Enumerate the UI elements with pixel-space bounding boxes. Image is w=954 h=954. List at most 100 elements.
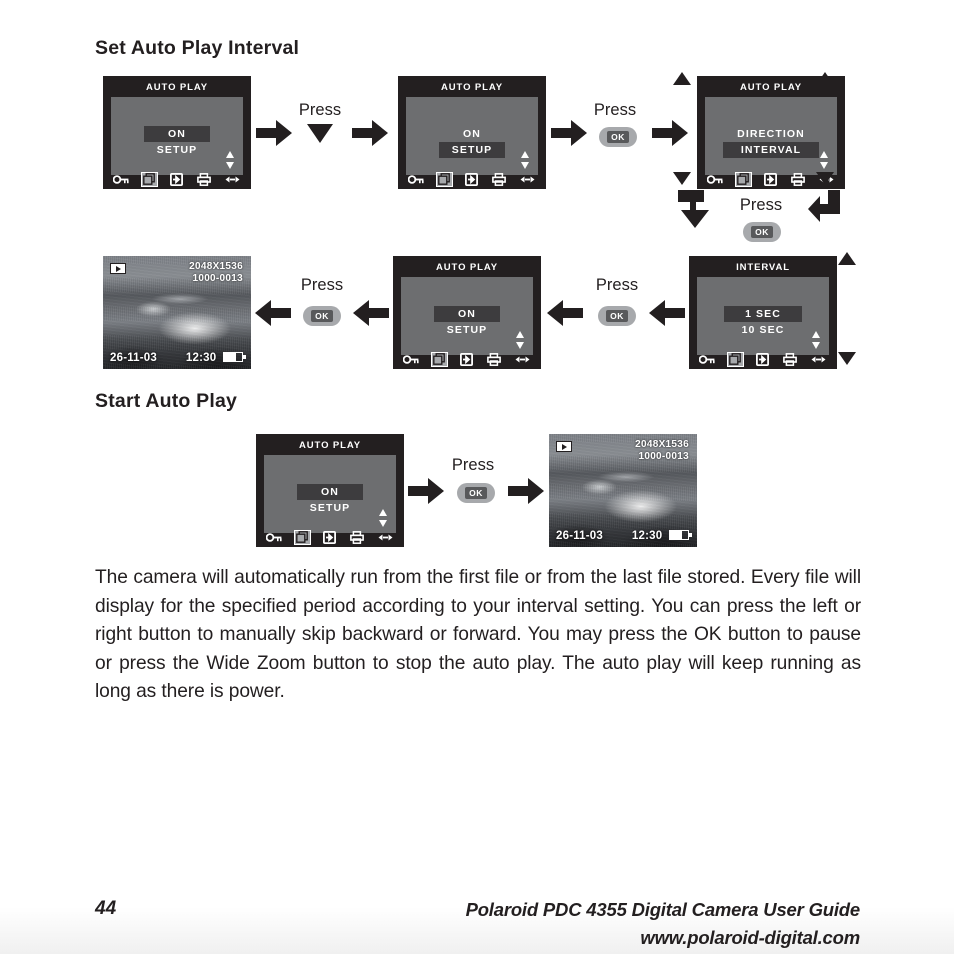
flow-arrow-right xyxy=(352,120,388,146)
press-label-6: Press xyxy=(451,456,495,474)
lcd-icon-bar xyxy=(103,169,251,189)
lcd-menu: ON SETUP xyxy=(111,126,243,158)
left-right-arrows-icon[interactable] xyxy=(809,351,827,367)
multi-image-icon[interactable] xyxy=(140,171,158,187)
up-down-arrows-icon xyxy=(379,508,388,527)
lcd-screen-interval: INTERVAL 1 SEC 10 SEC xyxy=(689,256,837,369)
photo-osd: 2048X1536 1000-0013 26-11-03 12:30 xyxy=(549,434,697,547)
print-icon[interactable] xyxy=(490,171,508,187)
ok-button[interactable]: OK xyxy=(303,306,341,326)
photo-resolution: 2048X1536 xyxy=(189,261,243,272)
print-icon[interactable] xyxy=(789,171,807,187)
menu-item-1-sec[interactable]: 1 SEC xyxy=(724,306,802,323)
scroll-up-indicator-icon xyxy=(673,72,691,85)
print-icon[interactable] xyxy=(195,171,213,187)
menu-item-on[interactable]: ON xyxy=(297,484,363,501)
menu-item-10-sec[interactable]: 10 SEC xyxy=(724,322,802,338)
left-right-arrows-icon[interactable] xyxy=(376,529,394,545)
ok-button-label: OK xyxy=(606,310,628,322)
multi-image-icon[interactable] xyxy=(293,529,311,545)
photo-date: 26-11-03 xyxy=(110,352,157,364)
play-mode-icon xyxy=(556,441,572,452)
footer-website: www.polaroid-digital.com xyxy=(640,927,860,948)
flow-arrow-left xyxy=(649,300,685,326)
multi-image-icon[interactable] xyxy=(726,351,744,367)
left-right-arrows-icon[interactable] xyxy=(223,171,241,187)
battery-icon xyxy=(669,530,692,540)
lcd-icon-bar xyxy=(398,169,546,189)
transfer-icon[interactable] xyxy=(320,529,338,545)
left-right-arrows-icon[interactable] xyxy=(518,171,536,187)
photo-date: 26-11-03 xyxy=(556,530,603,542)
lcd-menu: 1 SEC 10 SEC xyxy=(697,306,829,338)
ok-button[interactable]: OK xyxy=(457,483,495,503)
footer-page-number: 44 xyxy=(95,898,117,919)
photo-time: 12:30 xyxy=(631,530,663,542)
menu-item-setup[interactable]: SETUP xyxy=(297,500,363,516)
lcd-icon-bar xyxy=(256,527,404,547)
multi-image-icon[interactable] xyxy=(430,351,448,367)
menu-item-direction[interactable]: DIRECTION xyxy=(723,126,819,142)
flow-arrow-right xyxy=(652,120,688,146)
press-label-1: Press xyxy=(298,101,342,119)
transfer-icon[interactable] xyxy=(457,351,475,367)
photo-info: 2048X1536 1000-0013 xyxy=(189,261,243,285)
lcd-body: 1 SEC 10 SEC xyxy=(697,276,829,355)
play-mode-icon xyxy=(110,263,126,274)
flow-arrow-right xyxy=(551,120,587,146)
up-down-arrows-icon xyxy=(820,150,829,169)
transfer-icon[interactable] xyxy=(462,171,480,187)
menu-item-on[interactable]: ON xyxy=(434,306,500,323)
left-right-arrows-icon[interactable] xyxy=(513,351,531,367)
menu-item-setup[interactable]: SETUP xyxy=(144,142,210,158)
ok-button[interactable]: OK xyxy=(599,127,637,147)
flow-arrow-elbow-left xyxy=(808,190,840,238)
transfer-icon[interactable] xyxy=(167,171,185,187)
flow-arrow-right xyxy=(508,478,544,504)
key-icon[interactable] xyxy=(113,171,131,187)
manual-page: Set Auto Play Interval AUTO PLAY ON SETU… xyxy=(0,0,954,954)
lcd-body: ON SETUP xyxy=(111,96,243,175)
lcd-title: AUTO PLAY xyxy=(441,82,503,93)
multi-image-icon[interactable] xyxy=(435,171,453,187)
menu-item-interval[interactable]: INTERVAL xyxy=(723,142,819,159)
scroll-down-indicator-icon xyxy=(673,172,691,185)
key-icon[interactable] xyxy=(403,351,421,367)
lcd-title: AUTO PLAY xyxy=(146,82,208,93)
photo-file-number: 1000-0013 xyxy=(192,273,243,284)
key-icon[interactable] xyxy=(699,351,717,367)
print-icon[interactable] xyxy=(485,351,503,367)
menu-item-setup[interactable]: SETUP xyxy=(439,142,505,159)
menu-item-on[interactable]: ON xyxy=(439,126,505,142)
ok-button[interactable]: OK xyxy=(743,222,781,242)
print-icon[interactable] xyxy=(348,529,366,545)
menu-item-on[interactable]: ON xyxy=(144,126,210,143)
ok-button[interactable]: OK xyxy=(598,306,636,326)
key-icon[interactable] xyxy=(266,529,284,545)
photo-file-number: 1000-0013 xyxy=(638,451,689,462)
ok-button-label: OK xyxy=(465,487,487,499)
photo-preview-screen: 2048X1536 1000-0013 26-11-03 12:30 xyxy=(103,256,251,369)
photo-info: 2048X1536 1000-0013 xyxy=(635,439,689,463)
lcd-menu: ON SETUP xyxy=(264,484,396,516)
ok-button-label: OK xyxy=(311,310,333,322)
lcd-body: ON SETUP xyxy=(264,454,396,533)
photo-time: 12:30 xyxy=(185,352,217,364)
footer-guide-title: Polaroid PDC 4355 Digital Camera User Gu… xyxy=(465,899,861,920)
battery-icon xyxy=(223,352,246,362)
lcd-menu: DIRECTION INTERVAL xyxy=(705,126,837,159)
transfer-icon[interactable] xyxy=(761,171,779,187)
lcd-screen-autoplay-setup: AUTO PLAY ON SETUP xyxy=(398,76,546,189)
key-icon[interactable] xyxy=(707,171,725,187)
key-icon[interactable] xyxy=(408,171,426,187)
up-down-arrows-icon xyxy=(226,150,235,169)
press-label-2: Press xyxy=(593,101,637,119)
multi-image-icon[interactable] xyxy=(734,171,752,187)
transfer-icon[interactable] xyxy=(753,351,771,367)
print-icon[interactable] xyxy=(781,351,799,367)
lcd-menu: ON SETUP xyxy=(406,126,538,159)
lcd-icon-bar xyxy=(689,349,837,369)
scroll-down-indicator-icon xyxy=(838,352,856,365)
menu-item-setup[interactable]: SETUP xyxy=(434,322,500,338)
scroll-down-indicator-icon xyxy=(816,172,834,185)
